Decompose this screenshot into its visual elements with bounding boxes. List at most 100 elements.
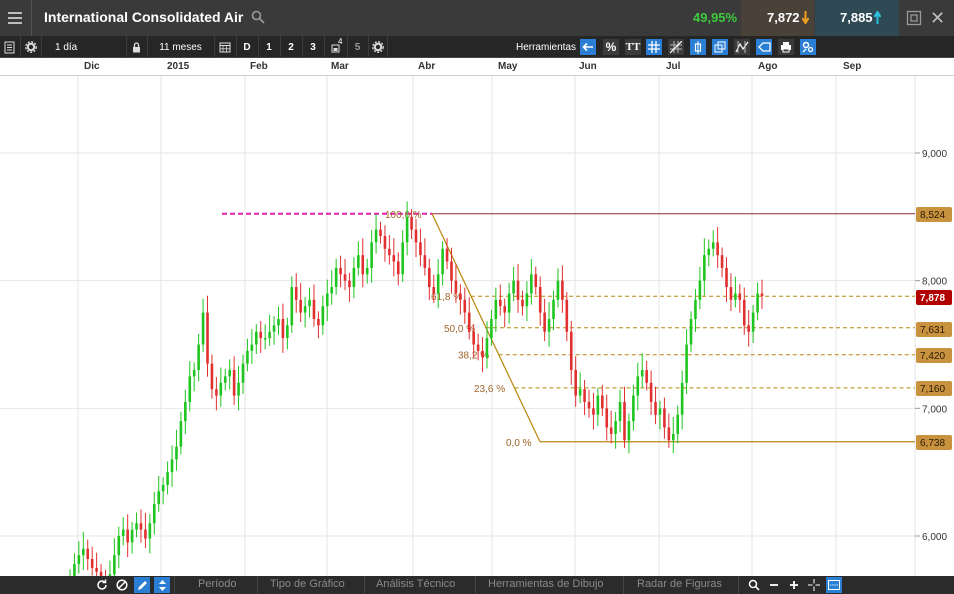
candle — [228, 359, 231, 390]
trading-chart-window: International Consolidated Air 49,95% 7,… — [0, 0, 954, 594]
popout-icon[interactable] — [906, 10, 922, 26]
candle — [152, 491, 156, 535]
candle — [756, 282, 759, 321]
crosshair-icon[interactable] — [806, 577, 822, 593]
candle — [325, 279, 329, 322]
fib-pct-label: 61,8 % — [431, 292, 462, 303]
settings-gear-icon[interactable] — [20, 36, 40, 58]
fibonacci-retracement[interactable]: 100,0 %61,8 %50,0 %38,2 %23,6 %0,0 % — [222, 210, 915, 449]
calendar-icon[interactable] — [214, 36, 234, 58]
timeframe-5-button[interactable]: 5 — [347, 36, 367, 58]
zoom-in-icon[interactable] — [786, 577, 802, 593]
indicator-icon[interactable] — [734, 39, 750, 55]
menu-icon[interactable] — [0, 0, 30, 36]
candle — [552, 290, 555, 331]
candle — [685, 329, 688, 395]
chart-config-icon[interactable] — [800, 39, 816, 55]
buy-price[interactable]: 7,885 — [840, 10, 873, 25]
document-icon[interactable] — [2, 36, 16, 58]
text-tool-button[interactable]: TT — [625, 39, 641, 55]
chart-toolbar: 1 día 11 meses D 1 2 3 4 5 Herramientas … — [0, 36, 954, 58]
candle — [534, 266, 538, 295]
candle — [166, 461, 169, 495]
up-arrow-icon — [874, 11, 881, 24]
candle — [760, 279, 764, 310]
candle — [219, 367, 223, 407]
candle — [294, 273, 298, 313]
tab-tipo-grafico[interactable]: Tipo de Gráfico — [270, 578, 345, 590]
percent-scale-button[interactable]: % — [603, 39, 619, 55]
candle — [498, 284, 502, 316]
tab-radar-figuras[interactable]: Radar de Figuras — [637, 578, 722, 590]
divider — [174, 576, 175, 594]
candle — [117, 526, 121, 569]
candle — [210, 354, 214, 399]
price-chart[interactable]: 100,0 %61,8 %50,0 %38,2 %23,6 %0,0 % 9,0… — [0, 76, 954, 576]
timeframe-3-button[interactable]: 3 — [302, 36, 323, 58]
lock-icon[interactable] — [126, 36, 146, 58]
divider — [364, 576, 365, 594]
candle-icon[interactable] — [690, 39, 706, 55]
date-label: Jul — [666, 61, 681, 72]
crosshair-grid-icon[interactable] — [668, 39, 684, 55]
svg-text:6,738: 6,738 — [920, 438, 945, 449]
price-axis-label: 8,000 — [922, 277, 947, 288]
date-label: Dic — [84, 61, 100, 72]
date-label: 2015 — [167, 61, 190, 72]
zoom-search-icon[interactable] — [746, 577, 762, 593]
search-icon[interactable] — [251, 10, 265, 24]
timeframe-2-button[interactable]: 2 — [280, 36, 301, 58]
zoom-out-icon[interactable] — [766, 577, 782, 593]
candle — [654, 386, 657, 425]
candle — [538, 276, 542, 326]
candle — [188, 361, 192, 412]
title-bar: International Consolidated Air 49,95% 7,… — [0, 0, 954, 36]
candle — [246, 338, 249, 372]
chart-settings-gear-icon[interactable] — [368, 36, 386, 58]
label-tag-icon[interactable] — [756, 39, 772, 55]
interval-select[interactable]: 1 día — [41, 36, 125, 58]
pencil-icon[interactable] — [134, 577, 150, 593]
timeframe-4-label: 4 — [338, 37, 343, 46]
date-axis: Dic 2015 Feb Mar Abr May Jun Jul Ago Sep — [0, 58, 954, 76]
sell-price[interactable]: 7,872 — [767, 10, 800, 25]
candle — [201, 298, 205, 353]
candle — [543, 298, 546, 342]
collapse-tools-icon[interactable] — [580, 39, 596, 55]
divider — [31, 0, 32, 36]
date-label: Mar — [331, 61, 349, 72]
candle — [671, 417, 675, 454]
candle — [126, 514, 129, 558]
timeframe-1-button[interactable]: 1 — [258, 36, 279, 58]
candle — [357, 241, 360, 276]
timeframe-4-button[interactable]: 4 — [324, 36, 346, 58]
candle — [711, 230, 715, 257]
candle — [268, 314, 271, 346]
candle — [623, 386, 626, 448]
windows-icon[interactable] — [712, 39, 728, 55]
grid-icon[interactable] — [646, 39, 662, 55]
fib-pct-label: 23,6 % — [474, 384, 505, 395]
candle — [725, 257, 728, 302]
tab-herramientas-dibujo[interactable]: Herramientas de Dibujo — [488, 578, 604, 590]
keypad-icon[interactable] — [826, 577, 842, 593]
scroll-updown-icon[interactable] — [154, 577, 170, 593]
refresh-icon[interactable] — [94, 577, 110, 593]
change-percentage: 49,95% — [693, 10, 738, 25]
fib-pct-label: 0,0 % — [506, 438, 532, 449]
candle — [738, 284, 742, 313]
period-select[interactable]: 11 meses — [147, 36, 213, 58]
candle — [392, 238, 396, 277]
candle — [419, 228, 422, 267]
candle — [627, 413, 631, 454]
tab-analisis-tecnico[interactable]: Análisis Técnico — [376, 578, 455, 590]
close-icon[interactable]: ✕ — [930, 9, 945, 27]
print-icon[interactable] — [778, 39, 794, 55]
cancel-icon[interactable] — [114, 577, 130, 593]
tab-periodo[interactable]: Período — [198, 578, 237, 590]
candle — [547, 302, 551, 347]
candle — [374, 214, 378, 254]
candle — [423, 238, 427, 276]
timeframe-d-button[interactable]: D — [236, 36, 257, 58]
tag-fib-50: 7,420 — [916, 348, 952, 363]
